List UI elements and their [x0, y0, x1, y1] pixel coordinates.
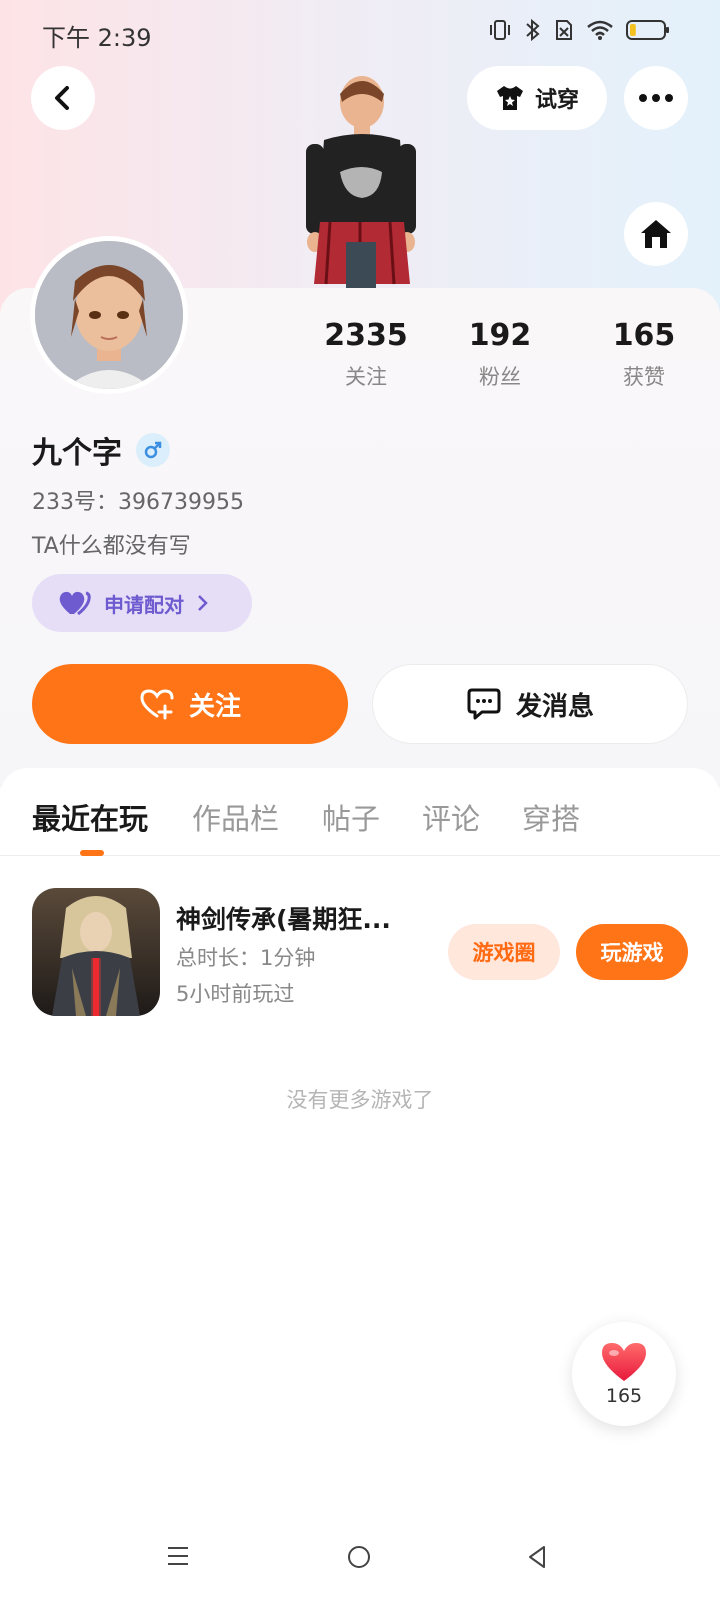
vibrate-icon	[490, 20, 510, 40]
stat-following[interactable]: 2335 关注	[306, 318, 426, 391]
home-nav-icon[interactable]	[346, 1544, 372, 1570]
like-count: 165	[605, 1385, 643, 1407]
tab-works[interactable]: 作品栏	[192, 796, 279, 838]
wifi-icon	[587, 20, 613, 40]
back-button[interactable]	[31, 66, 95, 130]
sim-off-icon	[556, 20, 572, 40]
tshirt-icon	[496, 86, 523, 110]
stat-likes[interactable]: 165 获赞	[584, 318, 704, 391]
chevron-right-icon	[198, 595, 208, 611]
game-last-played: 5小时前玩过	[176, 982, 295, 1006]
avatar-portrait-image	[35, 241, 183, 389]
stat-following-value: 2335	[324, 318, 408, 353]
game-circle-button[interactable]: 游戏圈	[448, 924, 560, 980]
apply-pair-button[interactable]: 申请配对	[32, 574, 252, 632]
user-id: 233号：396739955	[32, 490, 244, 515]
stat-followers-label: 粉丝	[479, 365, 521, 389]
bluetooth-icon	[526, 18, 540, 42]
stat-likes-label: 获赞	[623, 365, 665, 389]
game-cover-image	[32, 888, 160, 1016]
pair-heart-icon	[59, 591, 91, 616]
like-button[interactable]: 165	[572, 1322, 676, 1426]
heart-plus-icon	[140, 689, 174, 720]
user-bio: TA什么都没有写	[32, 534, 191, 559]
follow-label: 关注	[188, 691, 241, 722]
game-title[interactable]: 神剑传承(暑期狂...	[176, 900, 416, 936]
status-time: 下午 2:39	[42, 24, 152, 52]
game-icon[interactable]	[32, 888, 160, 1016]
tab-outfits[interactable]: 穿搭	[522, 796, 580, 838]
status-icons	[488, 18, 670, 42]
tab-comments[interactable]: 评论	[422, 796, 480, 838]
chevron-left-icon	[55, 86, 69, 110]
send-message-button[interactable]: 发消息	[372, 664, 688, 744]
stat-followers-value: 192	[468, 318, 532, 353]
apply-pair-label: 申请配对	[104, 592, 184, 617]
no-more-games-text: 没有更多游戏了	[286, 1088, 434, 1112]
stat-likes-value: 165	[612, 318, 676, 353]
stat-followers[interactable]: 192 粉丝	[440, 318, 560, 391]
username: 九个字	[32, 436, 122, 471]
gender-male-icon	[136, 433, 170, 467]
follow-button[interactable]: 关注	[32, 664, 348, 744]
stat-following-label: 关注	[345, 365, 387, 389]
home-button[interactable]	[624, 202, 688, 266]
back-nav-icon[interactable]	[526, 1544, 548, 1570]
avatar[interactable]	[30, 236, 188, 394]
tab-recently-played[interactable]: 最近在玩	[32, 796, 148, 838]
more-dots-icon	[639, 94, 673, 102]
heart-icon	[602, 1343, 646, 1381]
avatar-character-image	[306, 76, 416, 292]
system-nav-bar	[0, 1530, 720, 1600]
menu-nav-icon[interactable]	[166, 1544, 190, 1568]
send-message-label: 发消息	[515, 691, 594, 722]
username-row: 九个字	[32, 428, 170, 472]
tab-active-indicator	[80, 850, 104, 856]
try-on-button[interactable]: 试穿	[467, 66, 607, 130]
chat-bubble-icon	[467, 688, 501, 720]
tab-posts[interactable]: 帖子	[322, 796, 380, 838]
game-duration: 总时长：1分钟	[176, 946, 316, 970]
battery-icon	[626, 20, 669, 40]
status-bar: 下午 2:39	[0, 0, 720, 64]
try-on-label: 试穿	[534, 88, 579, 113]
home-icon	[641, 220, 671, 248]
profile-tabs: 最近在玩 作品栏 帖子 评论 穿搭	[0, 768, 720, 856]
more-options-button[interactable]	[624, 66, 688, 130]
play-game-button[interactable]: 玩游戏	[576, 924, 688, 980]
